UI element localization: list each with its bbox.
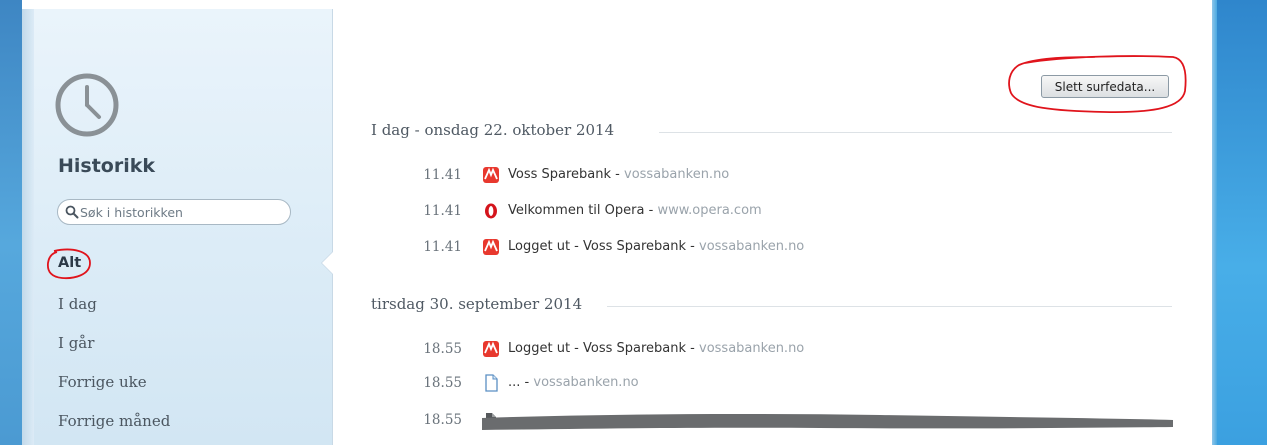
separator: -	[615, 167, 620, 182]
day-heading: tirsdag 30. september 2014	[371, 295, 583, 313]
visit-time: 11.41	[423, 239, 462, 255]
search-input[interactable]	[80, 203, 280, 221]
separator: -	[690, 239, 695, 254]
visit-time: 18.55	[423, 375, 462, 391]
opera-logo-icon	[485, 203, 497, 219]
page-title-text: ...	[508, 375, 521, 390]
nav-item-last-week[interactable]: Forrige uke	[58, 373, 147, 391]
window-frame-right	[1212, 0, 1267, 445]
nav-item-last-month[interactable]: Forrige måned	[58, 412, 170, 430]
domain-text: vossabanken.no	[533, 375, 639, 390]
nav-item-today[interactable]: I dag	[58, 295, 97, 313]
blank-page-icon	[485, 374, 498, 392]
history-entry[interactable]: Voss Sparebank - vossabanken.no	[508, 167, 729, 182]
day-heading: I dag - onsdag 22. oktober 2014	[371, 121, 615, 139]
visit-time: 11.41	[423, 203, 462, 219]
domain-text: vossabanken.no	[699, 239, 805, 254]
nav-item-yesterday[interactable]: I går	[58, 334, 94, 352]
window-top-edge	[22, 0, 1212, 9]
voss-sparebank-logo-icon	[483, 239, 499, 255]
domain-text: vossabanken.no	[624, 167, 730, 182]
domain-text: www.opera.com	[657, 203, 762, 218]
visit-time: 18.55	[423, 341, 462, 357]
clear-browsing-data-button[interactable]: Slett surfedata...	[1041, 75, 1169, 98]
page-title-text: Logget ut - Voss Sparebank	[508, 239, 687, 254]
sidebar-shadow	[22, 9, 34, 445]
redaction-scribble	[482, 414, 1173, 430]
search-icon	[65, 205, 79, 219]
domain-text: vossabanken.no	[699, 341, 805, 356]
page-title: Historikk	[58, 155, 156, 177]
page-title-text: Logget ut - Voss Sparebank	[508, 341, 687, 356]
divider	[607, 306, 1172, 307]
nav-item-alt[interactable]: Alt	[58, 255, 81, 271]
clock-icon	[55, 73, 119, 137]
visit-time: 18.55	[423, 412, 462, 428]
separator: -	[648, 203, 654, 218]
divider	[659, 132, 1172, 133]
history-entry[interactable]: Velkommen til Opera - www.opera.com	[508, 203, 762, 218]
history-entry[interactable]: Logget ut - Voss Sparebank - vossabanken…	[508, 341, 804, 356]
history-entry[interactable]: Logget ut - Voss Sparebank - vossabanken…	[508, 239, 804, 254]
visit-time: 11.41	[423, 167, 462, 183]
voss-sparebank-logo-icon	[483, 341, 499, 357]
page-title-text: Velkommen til Opera	[508, 203, 645, 218]
search-field[interactable]	[57, 199, 291, 225]
selection-pointer	[322, 252, 333, 274]
page-title-text: Voss Sparebank	[508, 167, 612, 182]
separator: -	[690, 341, 695, 356]
window-frame-left	[0, 0, 22, 445]
voss-sparebank-logo-icon	[483, 167, 499, 183]
history-entry[interactable]: ... - vossabanken.no	[508, 375, 639, 390]
window-frame-right-edge	[1212, 0, 1217, 445]
separator: -	[524, 375, 530, 390]
